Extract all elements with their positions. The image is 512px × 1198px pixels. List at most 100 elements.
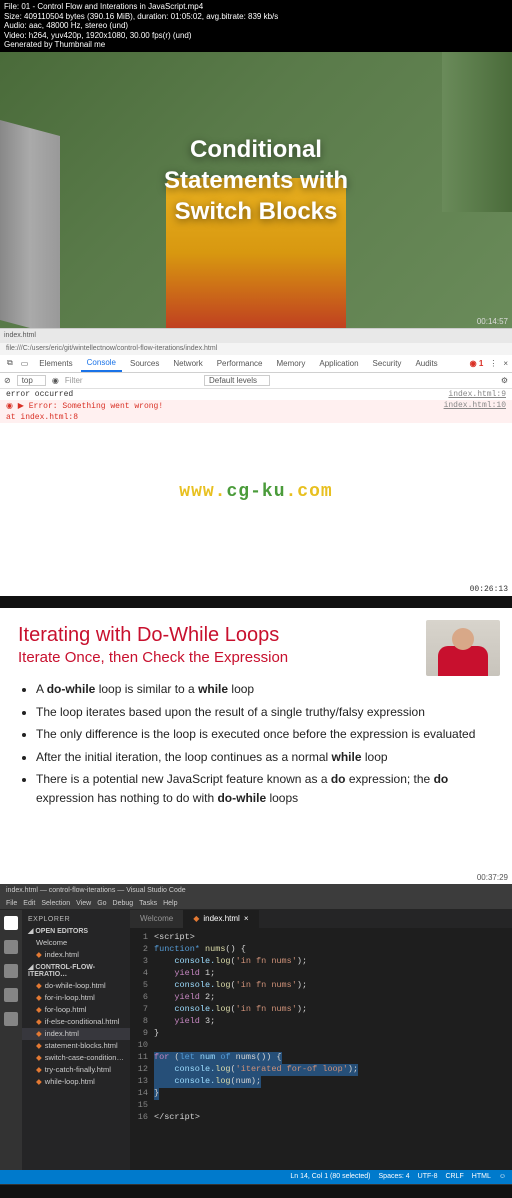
console-src-link[interactable]: index.html:9 — [448, 390, 506, 399]
bullet-item: There is a potential new JavaScript feat… — [36, 770, 494, 807]
search-icon[interactable] — [4, 940, 18, 954]
timestamp-3: 00:37:29 — [477, 873, 508, 882]
status-pos[interactable]: Ln 14, Col 1 (80 selected) — [290, 1173, 370, 1180]
open-editor-item[interactable]: Welcome — [22, 937, 130, 949]
file-item[interactable]: ◆try-catch-finally.html — [22, 1064, 130, 1076]
code-lines: <script> function* nums() { console.log(… — [154, 932, 512, 1166]
context-select[interactable]: top — [17, 375, 46, 386]
slide-title-overlay: Conditional Statements with Switch Block… — [164, 134, 348, 228]
devtools-menu-icon[interactable]: ⋮ — [489, 359, 497, 368]
live-expr-icon[interactable]: ◉ — [52, 376, 59, 385]
tab-security[interactable]: Security — [367, 356, 408, 371]
console-output: error occurred index.html:9 ◉ ▶ Error: S… — [0, 389, 512, 596]
console-error-line: ◉ ▶ Error: Something went wrong! index.h… — [0, 400, 512, 412]
tab-sources[interactable]: Sources — [124, 356, 165, 371]
console-stack: at index.html:8 — [6, 413, 78, 422]
file-item[interactable]: ◆while-loop.html — [22, 1076, 130, 1088]
status-feedback-icon[interactable]: ☺ — [499, 1173, 506, 1180]
file-item[interactable]: ◆switch-case-condition… — [22, 1052, 130, 1064]
presenter-head — [452, 628, 474, 650]
folder-section[interactable]: ◢ CONTROL-FLOW-ITERATIO… — [22, 961, 130, 980]
close-tab-icon[interactable]: × — [244, 914, 249, 923]
editor-tabs: Welcome ◆index.html × — [130, 910, 512, 928]
thumbnail-1: Conditional Statements with Switch Block… — [0, 52, 512, 328]
tab-application[interactable]: Application — [313, 356, 364, 371]
meta-gen: Generated by Thumbnail me — [4, 40, 508, 50]
tab-network[interactable]: Network — [167, 356, 208, 371]
extensions-icon[interactable] — [4, 1012, 18, 1026]
foliage-right — [442, 52, 512, 212]
menu-tasks[interactable]: Tasks — [139, 900, 157, 907]
git-icon[interactable] — [4, 964, 18, 978]
file-item[interactable]: ◆for-in-loop.html — [22, 992, 130, 1004]
meta-size: Size: 409110504 bytes (390.16 MiB), dura… — [4, 12, 508, 22]
vscode-statusbar: Ln 14, Col 1 (80 selected) Spaces: 4 UTF… — [0, 1170, 512, 1184]
slide-title: Iterating with Do-While Loops — [18, 624, 494, 647]
bullet-item: After the initial iteration, the loop co… — [36, 748, 494, 767]
error-count-badge[interactable]: ◉ 1 — [470, 359, 484, 368]
file-item[interactable]: ◆for-loop.html — [22, 1004, 130, 1016]
url-bar[interactable]: file:///C:/users/eric/git/wintellectnow/… — [0, 343, 512, 355]
meta-file: File: 01 - Control Flow and Interations … — [4, 2, 508, 12]
explorer-icon[interactable] — [4, 916, 18, 930]
vscode-titlebar: index.html — control-flow-iterations — V… — [0, 884, 512, 898]
status-eol[interactable]: CRLF — [446, 1173, 464, 1180]
tab-elements[interactable]: Elements — [33, 356, 78, 371]
presentation-slide: Iterating with Do-While Loops Iterate On… — [0, 608, 512, 884]
editor-tab-welcome[interactable]: Welcome — [130, 910, 183, 928]
status-spaces[interactable]: Spaces: 4 — [379, 1173, 410, 1180]
browser-tabstrip: index.html — [0, 329, 512, 343]
status-lang[interactable]: HTML — [472, 1173, 491, 1180]
editor-area: Welcome ◆index.html × 123456789101112131… — [130, 910, 512, 1170]
slide-bullets: A do-while loop is similar to a while lo… — [36, 680, 494, 808]
windows-taskbar[interactable] — [0, 596, 512, 608]
menu-edit[interactable]: Edit — [23, 900, 35, 907]
menu-selection[interactable]: Selection — [41, 900, 70, 907]
levels-select[interactable]: Default levels — [204, 375, 270, 386]
vscode-menubar: File Edit Selection View Go Debug Tasks … — [0, 898, 512, 910]
tab-performance[interactable]: Performance — [211, 356, 269, 371]
menu-debug[interactable]: Debug — [113, 900, 134, 907]
timestamp-2: 00:26:13 — [470, 585, 508, 594]
tab-memory[interactable]: Memory — [271, 356, 312, 371]
timestamp-1: 00:14:57 — [477, 317, 508, 326]
meta-audio: Audio: aac, 48000 Hz, stereo (und) — [4, 21, 508, 31]
open-editor-item[interactable]: ◆index.html — [22, 949, 130, 961]
inspect-icon[interactable]: ⧉ — [4, 358, 16, 368]
vscode-body: EXPLORER ◢ OPEN EDITORS Welcome ◆index.h… — [0, 910, 512, 1170]
console-src-link[interactable]: index.html:10 — [444, 401, 506, 411]
vscode-window: index.html — control-flow-iterations — V… — [0, 884, 512, 1198]
settings-icon[interactable]: ⚙ — [501, 376, 508, 385]
file-item[interactable]: ◆if-else-conditional.html — [22, 1016, 130, 1028]
debug-icon[interactable] — [4, 988, 18, 1002]
file-item-active[interactable]: ◆index.html — [22, 1028, 130, 1040]
filter-input[interactable]: Filter — [65, 376, 83, 385]
bullet-item: The loop iterates based upon the result … — [36, 703, 494, 722]
console-msg: error occurred — [6, 390, 73, 399]
clear-console-icon[interactable]: ⊘ — [4, 376, 11, 385]
presenter-video — [426, 620, 500, 676]
open-editors-section[interactable]: ◢ OPEN EDITORS — [22, 925, 130, 937]
title-line1: Conditional — [164, 134, 348, 165]
menu-help[interactable]: Help — [163, 900, 177, 907]
console-filter-bar: ⊘ top ◉ Filter Default levels ⚙ — [0, 373, 512, 389]
title-line3: Switch Blocks — [164, 196, 348, 227]
url-text: file:///C:/users/eric/git/wintellectnow/… — [6, 345, 217, 352]
tab-console[interactable]: Console — [81, 355, 122, 372]
devtools-close-icon[interactable]: × — [499, 359, 512, 368]
editor-tab-index[interactable]: ◆index.html × — [183, 910, 258, 928]
windows-taskbar-bottom[interactable] — [0, 1184, 512, 1198]
status-enc[interactable]: UTF-8 — [418, 1173, 438, 1180]
line-gutter: 12345678910111213141516 — [130, 932, 154, 1166]
tab-audits[interactable]: Audits — [409, 356, 443, 371]
menu-view[interactable]: View — [76, 900, 91, 907]
file-item[interactable]: ◆do-while-loop.html — [22, 980, 130, 992]
browser-tab[interactable]: index.html — [4, 332, 36, 339]
menu-go[interactable]: Go — [97, 900, 106, 907]
file-item[interactable]: ◆statement-blocks.html — [22, 1040, 130, 1052]
code-editor[interactable]: 12345678910111213141516 <script> functio… — [130, 928, 512, 1170]
explorer-header: EXPLORER — [22, 914, 130, 925]
device-icon[interactable]: ▭ — [18, 359, 32, 368]
presenter-body — [438, 646, 488, 676]
menu-file[interactable]: File — [6, 900, 17, 907]
